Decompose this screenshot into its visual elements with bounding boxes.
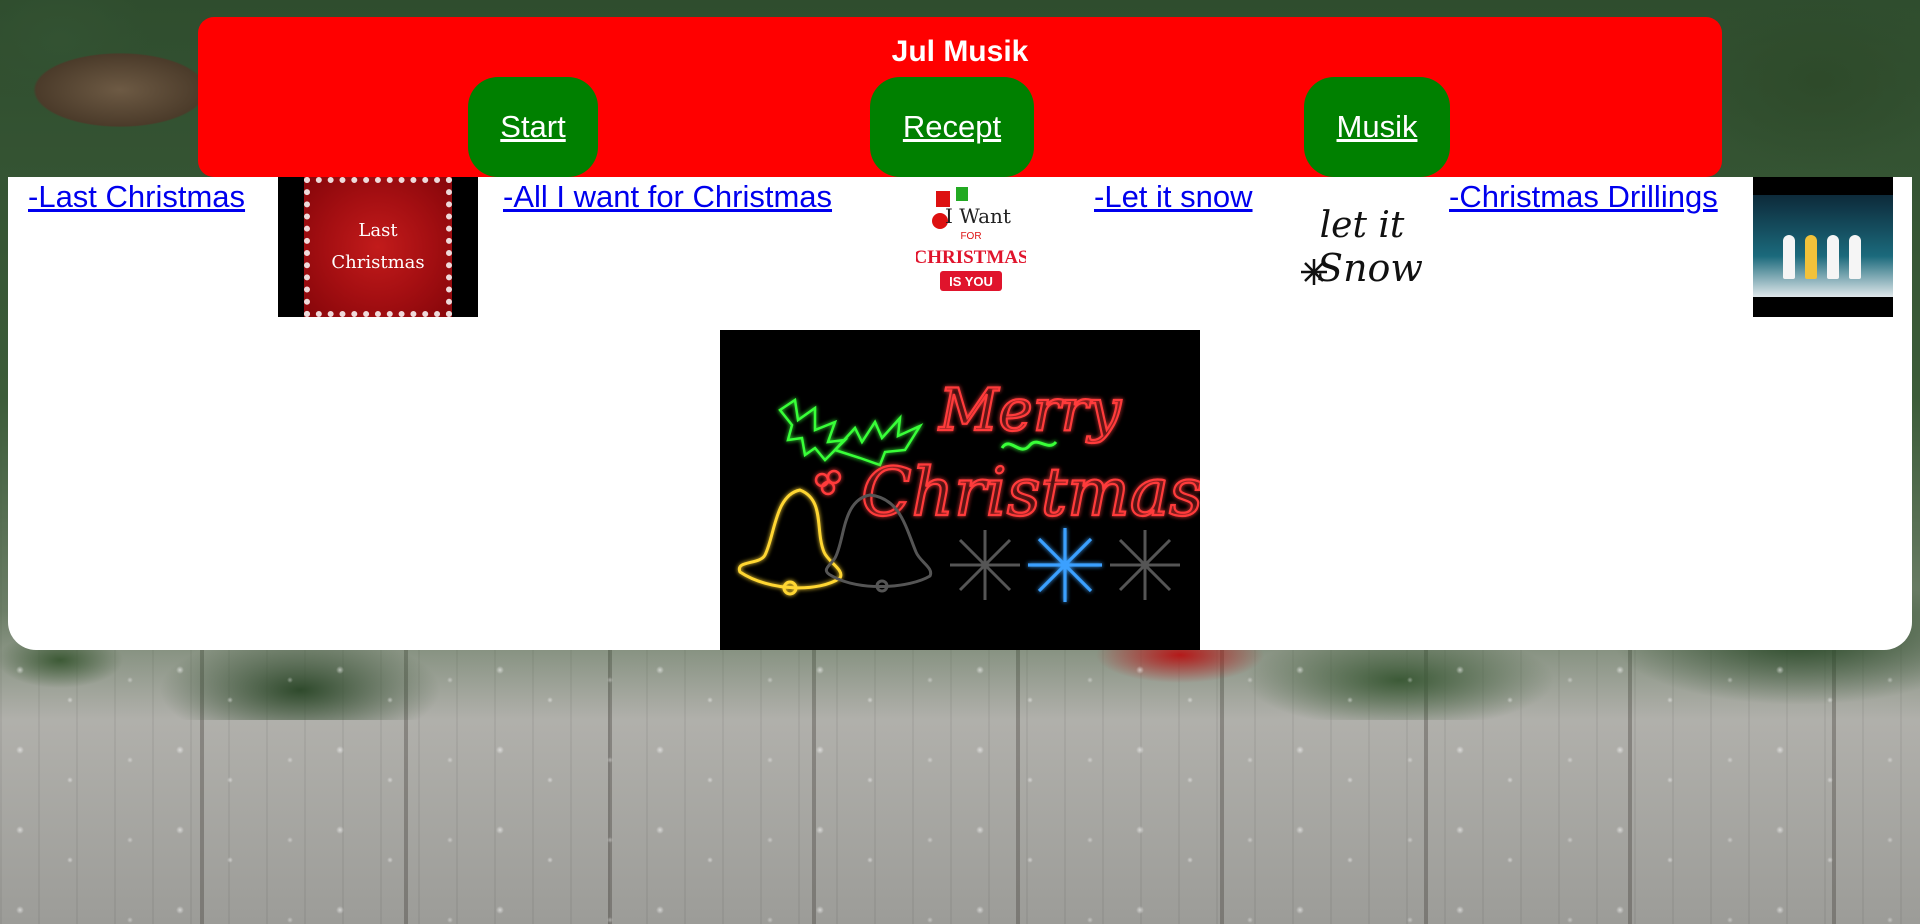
nav-musik-button[interactable]: Musik bbox=[1304, 77, 1450, 177]
christmas-drillings-thumbnail[interactable] bbox=[1753, 177, 1893, 317]
snowflake-icon bbox=[950, 530, 1020, 600]
thumb-text-line: CHRISTMAS bbox=[916, 247, 1026, 268]
gift-icon bbox=[956, 187, 968, 201]
bell-icon bbox=[737, 488, 843, 596]
song-link-let-it-snow[interactable]: -Let it snow bbox=[1094, 179, 1253, 215]
performer-figure bbox=[1783, 235, 1795, 279]
video-still bbox=[1753, 195, 1893, 297]
all-i-want-thumbnail[interactable]: I Want FOR CHRISTMAS IS YOU bbox=[916, 177, 1026, 307]
performer-figure bbox=[1849, 235, 1861, 279]
song-link-christmas-drillings[interactable]: -Christmas Drillings bbox=[1449, 179, 1718, 215]
performer-figure bbox=[1805, 235, 1817, 279]
thumb-text-line: IS YOU bbox=[949, 274, 993, 289]
banner-line-christmas: Christmas bbox=[861, 454, 1200, 531]
let-it-snow-thumbnail[interactable]: let it Snow bbox=[1292, 177, 1422, 297]
nav-recept-button[interactable]: Recept bbox=[870, 77, 1034, 177]
thumb-text-line: Last bbox=[358, 220, 398, 241]
site-title: Jul Musik bbox=[891, 35, 1029, 68]
background-wood-snow bbox=[0, 650, 1920, 924]
thumb-text-line: Christmas bbox=[331, 252, 425, 273]
last-christmas-thumbnail[interactable]: Last Christmas bbox=[278, 177, 478, 317]
merry-christmas-text: Merry Christmas bbox=[860, 375, 1200, 532]
last-christmas-cover: Last Christmas bbox=[304, 177, 452, 317]
performer-figure bbox=[1827, 235, 1839, 279]
song-link-last-christmas[interactable]: -Last Christmas bbox=[28, 179, 245, 215]
music-content-panel: -Last Christmas Last Christmas -All I wa… bbox=[8, 177, 1912, 650]
thumb-text-line: I Want bbox=[945, 204, 1011, 228]
thumb-text-line: let it bbox=[1320, 205, 1405, 246]
holly-berries-icon bbox=[814, 469, 842, 496]
snowflake-icon bbox=[1028, 528, 1102, 602]
site-header: Jul Musik Start Recept Musik bbox=[198, 17, 1722, 177]
nav-start-button[interactable]: Start bbox=[468, 77, 598, 177]
thumb-text-line: Snow bbox=[1317, 246, 1422, 290]
thumb-text-line: FOR bbox=[960, 231, 981, 242]
banner-line-merry: Merry bbox=[938, 376, 1122, 444]
snowflake-icon bbox=[1110, 530, 1180, 600]
merry-christmas-neon-banner: Merry Christmas bbox=[720, 330, 1200, 650]
song-link-all-i-want-for-christmas[interactable]: -All I want for Christmas bbox=[503, 179, 832, 215]
